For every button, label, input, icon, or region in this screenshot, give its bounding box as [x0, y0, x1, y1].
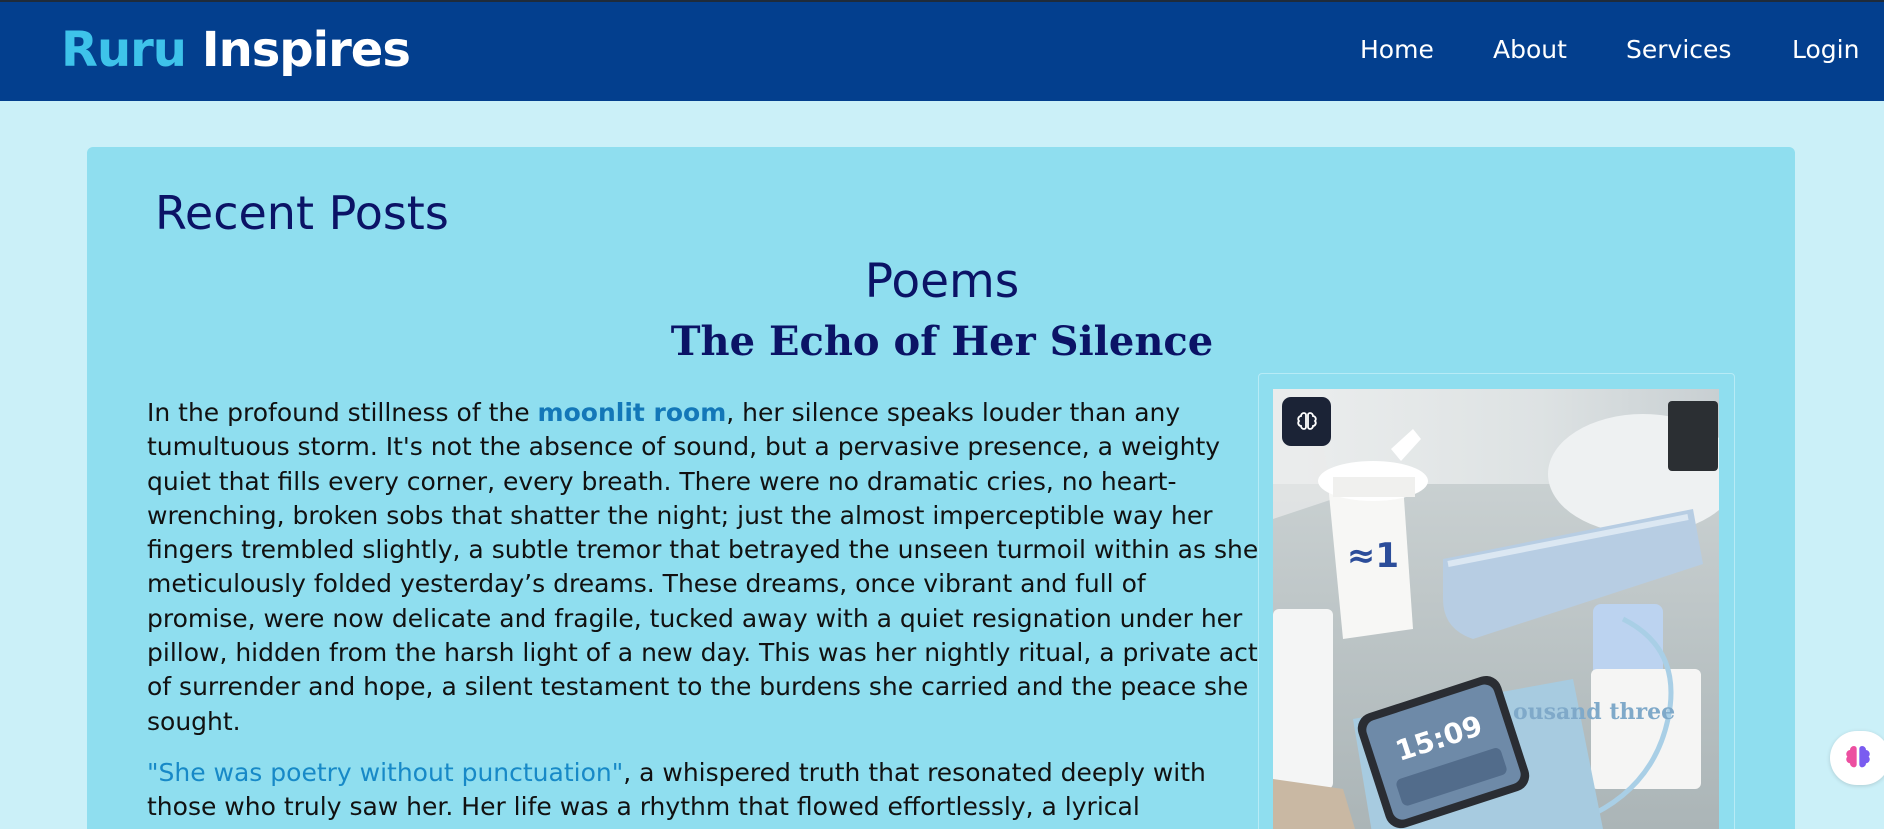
post-paragraph: In the profound stillness of the moonlit…: [147, 396, 1259, 739]
book-cover-text: ousand three: [1513, 699, 1675, 725]
paragraph-text: In the profound stillness of the: [147, 398, 538, 427]
post-body: In the profound stillness of the moonlit…: [147, 396, 1259, 825]
brand-name-part1: Ruru: [61, 22, 187, 78]
paragraph-text: , her silence speaks louder than any tum…: [147, 398, 1259, 736]
cup-logo: ≈1: [1347, 536, 1399, 576]
brain-icon: [1296, 411, 1317, 430]
highlight-phrase: moonlit room: [537, 398, 727, 427]
brain-icon: [1846, 746, 1870, 768]
post-paragraph: "She was poetry without punctuation", a …: [147, 756, 1259, 825]
site-header: Ruru Inspires Home About Services Login: [0, 0, 1884, 101]
nav-about-link[interactable]: About: [1493, 35, 1567, 64]
floating-assistant-button[interactable]: [1830, 731, 1884, 785]
post-image[interactable]: ≈1 ousand three 15:09: [1273, 389, 1719, 829]
desk-photo-illustration: ≈1 ousand three 15:09: [1273, 389, 1719, 829]
brand-logo[interactable]: Ruru Inspires: [61, 22, 411, 78]
post-title[interactable]: The Echo of Her Silence: [0, 318, 1884, 365]
category-heading: Poems: [864, 254, 1020, 309]
image-ai-badge[interactable]: [1282, 397, 1331, 446]
quote-phrase: "She was poetry without punctuation": [147, 757, 624, 787]
brand-name-part2: Inspires: [201, 22, 411, 78]
nav-services-link[interactable]: Services: [1626, 35, 1731, 64]
nav-login-link[interactable]: Login: [1792, 35, 1859, 64]
section-title: Recent Posts: [155, 186, 449, 240]
nav-home-link[interactable]: Home: [1360, 35, 1434, 64]
